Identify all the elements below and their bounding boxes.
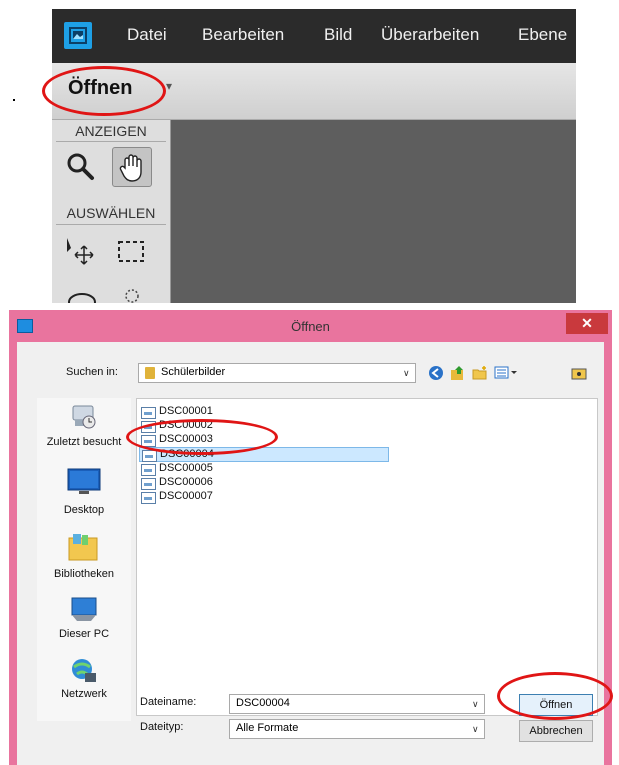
filename-value: DSC00004 — [236, 697, 290, 709]
folder-icon — [145, 367, 155, 379]
divider — [56, 141, 166, 142]
new-folder-icon[interactable] — [472, 365, 488, 381]
place-desktop[interactable]: Desktop — [37, 504, 131, 516]
filetype-label: Dateityp: — [140, 721, 184, 733]
select-section-heading: AUSWÄHLEN — [66, 205, 156, 221]
place-this-pc[interactable]: Dieser PC — [37, 628, 131, 640]
file-name: DSC00005 — [159, 462, 213, 474]
chevron-down-icon[interactable]: ∨ — [472, 699, 479, 710]
dialog-titlebar[interactable]: Öffnen ✕ — [9, 310, 612, 342]
quick-selection-tool-icon[interactable] — [112, 280, 150, 303]
rectangular-marquee-tool-icon[interactable] — [112, 232, 150, 270]
canvas-area[interactable] — [171, 120, 576, 303]
close-icon[interactable]: ✕ — [566, 313, 608, 334]
image-file-icon — [142, 450, 157, 462]
folder-options-icon[interactable] — [571, 365, 587, 381]
image-file-icon — [141, 407, 156, 419]
app-logo-icon[interactable] — [64, 22, 92, 49]
view-section-heading: ANZEIGEN — [75, 123, 147, 139]
back-icon[interactable] — [428, 365, 444, 381]
desktop-icon[interactable] — [67, 468, 101, 501]
filetype-value: Alle Formate — [236, 722, 299, 734]
filetype-dropdown[interactable]: Alle Formate ∨ — [229, 719, 485, 739]
places-bar: Zuletzt besucht Desktop Bibliotheken Die… — [37, 398, 131, 721]
open-dropdown-arrow-icon[interactable]: ▾ — [166, 79, 172, 93]
filename-label: Dateiname: — [140, 696, 197, 708]
annotation-dot — [13, 99, 15, 101]
look-in-value: Schülerbilder — [161, 366, 226, 378]
network-icon[interactable] — [69, 656, 99, 691]
annotation-circle-open-menu — [42, 66, 166, 116]
tools-panel: ANZEIGEN AUSWÄHLEN — [52, 120, 171, 303]
recent-places-icon[interactable] — [69, 402, 99, 437]
look-in-label: Suchen in: — [66, 366, 118, 378]
zoom-tool-icon[interactable] — [62, 147, 100, 185]
image-file-icon — [141, 492, 156, 504]
file-name: DSC00001 — [159, 405, 213, 417]
image-file-icon — [141, 464, 156, 476]
file-name: DSC00006 — [159, 476, 213, 488]
menu-enhance[interactable]: Überarbeiten — [381, 25, 479, 45]
cancel-button[interactable]: Abbrechen — [519, 720, 593, 742]
move-tool-icon[interactable] — [62, 232, 100, 270]
menu-bar: Datei Bearbeiten Bild Überarbeiten Ebene — [52, 9, 576, 63]
place-network[interactable]: Netzwerk — [37, 688, 131, 700]
annotation-circle-selected-file — [126, 419, 278, 455]
divider — [56, 224, 166, 225]
libraries-icon[interactable] — [67, 532, 99, 567]
look-in-dropdown[interactable]: Schülerbilder ∨ — [138, 363, 416, 383]
menu-file[interactable]: Datei — [127, 25, 167, 45]
photo-editor-window: Datei Bearbeiten Bild Überarbeiten Ebene… — [52, 9, 576, 303]
menu-edit[interactable]: Bearbeiten — [202, 25, 284, 45]
chevron-down-icon[interactable]: ∨ — [403, 368, 410, 379]
image-file-icon — [141, 478, 156, 490]
hand-tool-icon[interactable] — [112, 147, 152, 187]
annotation-circle-open-button — [497, 672, 613, 720]
place-libraries[interactable]: Bibliotheken — [37, 568, 131, 580]
view-menu-icon[interactable] — [494, 365, 517, 381]
this-pc-icon[interactable] — [69, 596, 99, 629]
menu-layer[interactable]: Ebene — [518, 25, 567, 45]
up-folder-icon[interactable] — [450, 365, 466, 381]
menu-image[interactable]: Bild — [324, 25, 352, 45]
filename-input[interactable]: DSC00004 ∨ — [229, 694, 485, 714]
chevron-down-icon[interactable]: ∨ — [472, 724, 479, 735]
dialog-title: Öffnen — [291, 319, 330, 334]
file-name: DSC00007 — [159, 490, 213, 502]
lasso-tool-icon[interactable] — [62, 280, 100, 303]
place-recent[interactable]: Zuletzt besucht — [37, 436, 131, 448]
